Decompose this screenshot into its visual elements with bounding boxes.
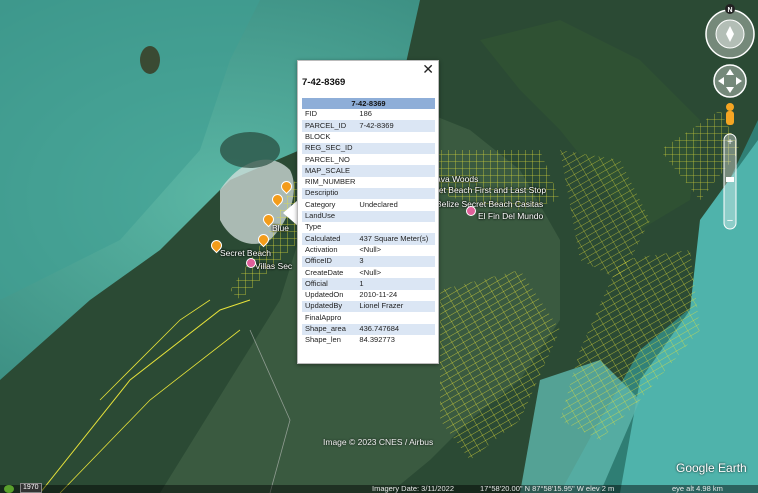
poi-marker-icon[interactable] (466, 206, 476, 216)
attribute-key: MAP_SCALE (302, 165, 357, 177)
attribute-key: FinalAppro (305, 312, 342, 322)
attribute-value: 186 (359, 109, 372, 119)
attribute-value: <Null> (359, 244, 382, 254)
table-header: 7-42-8369 (302, 98, 435, 109)
poi-marker-icon[interactable] (246, 258, 256, 268)
imagery-date: Imagery Date: 3/11/2022 (372, 484, 454, 493)
table-row: Category Undeclared (302, 199, 435, 210)
google-earth-logo: Google Earth (676, 461, 747, 475)
attribute-key: Type (305, 222, 322, 232)
map-label-ava-woods[interactable]: ava Woods (436, 174, 478, 184)
attribute-value (356, 188, 435, 200)
table-row: BLOCK (302, 132, 435, 143)
attribute-key: UpdatedOn (305, 290, 344, 300)
table-row: REG_SEC_ID (302, 142, 435, 155)
imagery-credit: Image © 2023 CNES / Airbus (323, 437, 434, 447)
table-row: Type (302, 222, 435, 233)
attribute-key: Category (305, 199, 336, 209)
table-row: UpdatedOn 2010-11-24 (302, 290, 435, 301)
attribute-key: Activation (305, 244, 338, 254)
attribute-key: RIM_NUMBER (305, 177, 356, 187)
eye-altitude: eye alt 4.98 km (672, 484, 723, 493)
zoom-out-icon: − (727, 215, 733, 227)
attribute-key: Descriptio (302, 188, 357, 200)
attribute-key: Shape_len (305, 335, 341, 345)
close-icon[interactable]: ✕ (422, 61, 434, 77)
attribute-key: Official (302, 278, 357, 290)
table-row: UpdatedBy Lionel Frazer (302, 301, 435, 313)
google-earth-icon (4, 485, 14, 493)
popup-pointer (283, 200, 298, 226)
attribute-value: Lionel Frazer (356, 301, 435, 313)
table-row: FID 186 (302, 109, 435, 120)
attribute-key: PARCEL_NO (305, 154, 350, 164)
attribute-value (356, 142, 435, 155)
popup-title: 7-42-8369 (302, 77, 346, 88)
parcel-info-popup: ✕ 7-42-8369 7-42-8369 FID 186 PARCEL_ID 7-4… (297, 60, 439, 364)
table-row: FinalAppro (302, 312, 435, 323)
table-row: Activation <Null> (302, 245, 435, 256)
map-label-secret-beach[interactable]: Secret Beach (220, 248, 271, 258)
attribute-value: Undeclared (359, 199, 398, 209)
attribute-value (356, 154, 435, 165)
map-label-del-mundo[interactable]: El Fin Del Mundo (478, 211, 543, 221)
attribute-value (356, 132, 435, 143)
attribute-value: 437 Square Meter(s) (356, 233, 435, 245)
attribute-key: LandUse (302, 210, 357, 222)
navigation-controls[interactable]: N + − (703, 4, 757, 234)
attribute-table: 7-42-8369 FID 186 PARCEL_ID 7-42-8369 BLOCK R… (302, 98, 435, 346)
attribute-key: REG_SEC_ID (302, 142, 357, 155)
compass-ring-icon[interactable]: N (705, 4, 755, 59)
north-indicator: N (727, 7, 732, 14)
table-row: MAP_SCALE (302, 165, 435, 177)
historical-imagery-year[interactable]: 1970 (20, 483, 42, 493)
attribute-value (356, 165, 435, 177)
attribute-key: UpdatedBy (302, 301, 357, 313)
attribute-key: FID (305, 109, 318, 119)
table-row: Shape_area 436.747684 (302, 323, 435, 335)
map-label-first-and-last[interactable]: ret Beach First and Last Stop (436, 185, 546, 195)
attribute-value: 1 (356, 278, 435, 290)
attribute-key: PARCEL_ID (302, 120, 357, 132)
pan-control-icon[interactable] (713, 64, 747, 98)
table-row: Official 1 (302, 278, 435, 290)
attribute-value (356, 312, 435, 323)
zoom-in-icon: + (727, 137, 733, 148)
attribute-value (356, 222, 435, 233)
map-label-casitas[interactable]: Belize Secret Beach Casitas (436, 199, 543, 209)
table-row: PARCEL_NO (302, 154, 435, 165)
attribute-value: <Null> (359, 267, 382, 277)
attribute-value (356, 177, 435, 188)
attribute-value: 7-42-8369 (356, 120, 435, 132)
table-row: Shape_len 84.392773 (302, 335, 435, 346)
attribute-value: 2010-11-24 (359, 290, 398, 300)
map-label-villas[interactable]: Villas Sec (255, 261, 292, 271)
table-row: Descriptio (302, 188, 435, 200)
table-row: OfficeID 3 (302, 255, 435, 268)
table-row: CreateDate <Null> (302, 267, 435, 278)
attribute-value: 3 (356, 255, 435, 268)
street-view-pegman-icon[interactable] (726, 103, 734, 125)
zoom-slider[interactable]: + − (723, 133, 737, 230)
table-row: Calculated 437 Square Meter(s) (302, 233, 435, 245)
attribute-key: CreateDate (305, 267, 344, 277)
attribute-value (356, 210, 435, 222)
attribute-key: OfficeID (302, 255, 357, 268)
attribute-value: 84.392773 (359, 335, 395, 345)
attribute-key: Calculated (302, 233, 357, 245)
table-row: LandUse (302, 210, 435, 222)
attribute-value: 436.747684 (356, 323, 435, 335)
coordinates-readout: 17°58'20.00" N 87°58'15.95" W elev 2 m (480, 484, 615, 493)
table-row: RIM_NUMBER (302, 177, 435, 188)
zoom-slider-handle (726, 177, 734, 182)
attribute-key: BLOCK (305, 131, 331, 141)
attribute-key: Shape_area (302, 323, 357, 335)
table-row: PARCEL_ID 7-42-8369 (302, 120, 435, 132)
